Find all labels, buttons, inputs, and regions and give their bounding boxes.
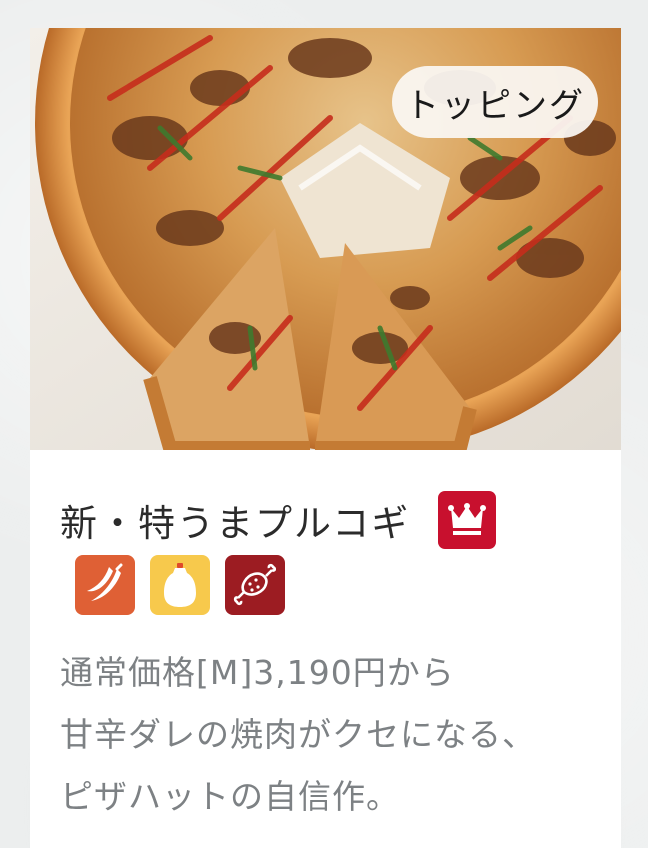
topping-badge: トッピング [392,66,598,138]
description-line-2: ピザハットの自信作。 [60,777,400,816]
mayonnaise-bottle-icon [150,555,210,615]
product-description: 通常価格[M]3,190円から 甘辛ダレの焼肉がクセになる、 ピザハットの自信作… [60,642,610,828]
product-name[interactable]: 新・特うまプルコギ [60,493,410,547]
crown-icon [438,491,497,549]
meat-icon [225,555,285,615]
chili-pepper-icon [75,555,135,615]
pizza-photo[interactable]: トッピング [30,28,621,450]
description-line-1: 甘辛ダレの焼肉がクセになる、 [60,715,536,754]
feature-icons [75,555,285,615]
product-title-row: 新・特うまプルコギ [60,488,497,552]
product-card[interactable]: トッピング 新・特うまプルコギ 通常価格[M]3,190円から 甘辛ダレの焼肉が… [30,28,621,848]
price-line: 通常価格[M]3,190円から [60,653,455,692]
